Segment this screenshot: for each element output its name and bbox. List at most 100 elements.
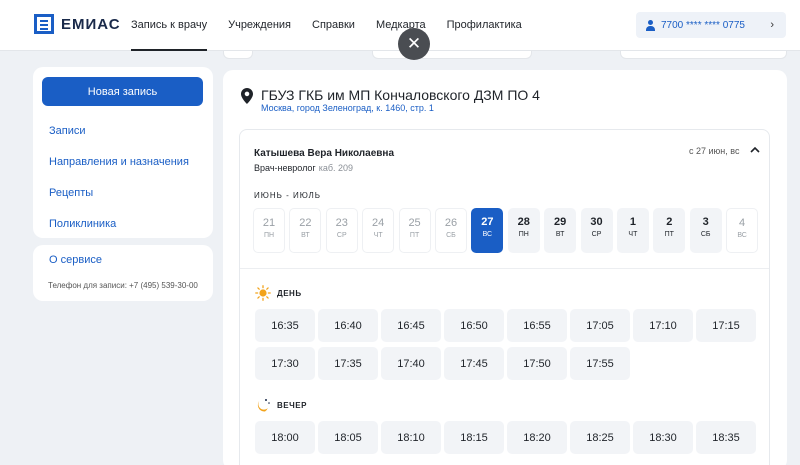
user-account-button[interactable]: 7700 **** **** 0775 › [636, 12, 786, 38]
day-option: 22 ВТ [289, 208, 322, 253]
about-service-link[interactable]: О сервисе [49, 254, 102, 266]
main-panel: ГБУЗ ГКБ им МП Кончаловского ДЗМ ПО 4 Мо… [223, 70, 787, 465]
day-weekday: СБ [700, 231, 711, 238]
day-weekday: ПТ [409, 232, 420, 239]
day-number: 21 [262, 217, 276, 229]
day-selected[interactable]: 27 ВС [471, 208, 504, 253]
day-option[interactable]: 3 СБ [689, 208, 722, 253]
day-weekday: ПТ [664, 231, 674, 238]
ghost-card [620, 51, 787, 59]
user-phone: 7700 **** **** 0775 [661, 19, 745, 31]
chevron-up-icon[interactable] [748, 143, 762, 157]
time-slot[interactable]: 17:40 [381, 347, 441, 380]
nav-item[interactable]: Профилактика [447, 0, 522, 51]
time-slot[interactable]: 17:30 [255, 347, 315, 380]
time-slot[interactable]: 18:20 [507, 421, 567, 454]
day-option: 26 СБ [434, 208, 467, 253]
main-nav: Запись к врачу Учреждения Справки Медкарта П… [131, 0, 543, 51]
day-weekday: СР [591, 231, 602, 238]
sidebar-item-referrals[interactable]: Направления и назначения [49, 156, 189, 168]
sidebar-item-appointments[interactable]: Записи [49, 125, 86, 137]
time-slot[interactable]: 17:10 [633, 309, 693, 342]
time-slot[interactable]: 16:40 [318, 309, 378, 342]
close-button[interactable]: ✕ [398, 28, 430, 60]
day-option[interactable]: 2 ПТ [653, 208, 686, 253]
time-slot[interactable]: 16:55 [507, 309, 567, 342]
time-slot[interactable]: 17:15 [696, 309, 756, 342]
doctor-name: Катышева Вера Николаевна [254, 148, 395, 159]
chevron-right-icon: › [770, 19, 774, 31]
location-pin-icon [241, 88, 253, 104]
from-date: с 27 июн, вс [689, 146, 740, 156]
period-day-label: ДЕНЬ [277, 288, 302, 298]
day-number: 1 [629, 216, 636, 228]
clinic-address[interactable]: Москва, город Зеленоград, к. 1460, стр. … [261, 103, 434, 113]
new-appointment-button[interactable]: Новая запись [42, 77, 203, 106]
day-weekday: ЧТ [628, 231, 638, 238]
doctor-specialty: Врач-невролог каб. 209 [254, 163, 353, 173]
time-slot[interactable]: 16:50 [444, 309, 504, 342]
day-number: 2 [666, 216, 673, 228]
time-slot[interactable]: 18:00 [255, 421, 315, 454]
clinic-name: ГБУЗ ГКБ им МП Кончаловского ДЗМ ПО 4 [261, 87, 540, 103]
evening-slots: 18:00 18:05 18:10 18:15 18:20 18:25 18:30 18:35 [255, 421, 756, 454]
period-evening-label: ВЕЧЕР [277, 400, 307, 410]
day-number: 30 [590, 216, 603, 228]
day-weekday: ВТ [555, 231, 565, 238]
day-number: 25 [408, 217, 421, 229]
sidebar-item-prescriptions[interactable]: Рецепты [49, 187, 93, 199]
ghost-card [372, 51, 532, 59]
user-icon [646, 19, 655, 31]
time-slot[interactable]: 18:35 [696, 421, 756, 454]
nav-item[interactable]: Учреждения [228, 0, 291, 51]
day-number: 26 [444, 217, 458, 229]
day-number: 27 [481, 216, 494, 228]
time-slot[interactable]: 17:50 [507, 347, 567, 380]
day-picker: 21 ПН 22 ВТ 23 СР 24 ЧТ 25 ПТ 26 СБ 27 ВС 28 ПН 29 ВТ 30 СР… [253, 208, 762, 253]
day-weekday: СБ [446, 232, 456, 239]
day-option[interactable]: 29 ВТ [544, 208, 577, 253]
day-number: 28 [517, 216, 530, 228]
day-number: 4 [739, 217, 746, 229]
period-evening: ВЕЧЕР [255, 397, 307, 413]
doctor-card: Катышева Вера Николаевна Врач-невролог ка… [239, 129, 770, 465]
nav-item[interactable]: Справки [312, 0, 355, 51]
sidebar-item-clinic[interactable]: Поликлиника [49, 218, 116, 230]
day-slots: 16:35 16:40 16:45 16:50 16:55 17:05 17:10 17:15… [255, 309, 756, 380]
sun-icon [255, 285, 271, 301]
time-slot[interactable]: 16:35 [255, 309, 315, 342]
month-label: ИЮНЬ - ИЮЛЬ [254, 191, 321, 200]
period-day: ДЕНЬ [255, 285, 302, 301]
day-number: 3 [702, 216, 709, 228]
time-slot[interactable]: 16:45 [381, 309, 441, 342]
time-slot[interactable]: 17:45 [444, 347, 504, 380]
time-slot[interactable]: 17:55 [570, 347, 630, 380]
day-option: 23 СР [325, 208, 358, 253]
day-weekday: ВС [737, 232, 747, 239]
time-slot[interactable]: 18:25 [570, 421, 630, 454]
room-label: каб. 209 [318, 163, 354, 173]
logo[interactable]: ЕМИАС [34, 14, 121, 34]
close-icon: ✕ [406, 34, 422, 53]
nav-item[interactable]: Запись к врачу [131, 0, 208, 51]
day-option: 21 ПН [253, 208, 285, 253]
time-slot[interactable]: 17:35 [318, 347, 378, 380]
specialty-label: Врач-невролог [254, 163, 316, 173]
day-option: 25 ПТ [398, 208, 431, 253]
time-slot[interactable]: 18:05 [318, 421, 378, 454]
day-weekday: СР [336, 232, 347, 239]
day-weekday: ПН [518, 231, 529, 238]
day-option[interactable]: 1 ЧТ [616, 208, 649, 253]
day-option[interactable]: 28 ПН [507, 208, 540, 253]
time-slot[interactable]: 18:15 [444, 421, 504, 454]
time-slot[interactable]: 17:05 [570, 309, 630, 342]
day-weekday: ВС [482, 231, 493, 238]
day-option: 24 ЧТ [362, 208, 395, 253]
moon-icon [257, 399, 270, 412]
phone-note: Телефон для записи: +7 (495) 539-30-00 [48, 281, 198, 290]
day-number: 29 [554, 216, 567, 228]
time-slot[interactable]: 18:30 [633, 421, 693, 454]
day-option[interactable]: 30 СР [580, 208, 613, 253]
time-slot[interactable]: 18:10 [381, 421, 441, 454]
day-number: 22 [299, 217, 312, 229]
